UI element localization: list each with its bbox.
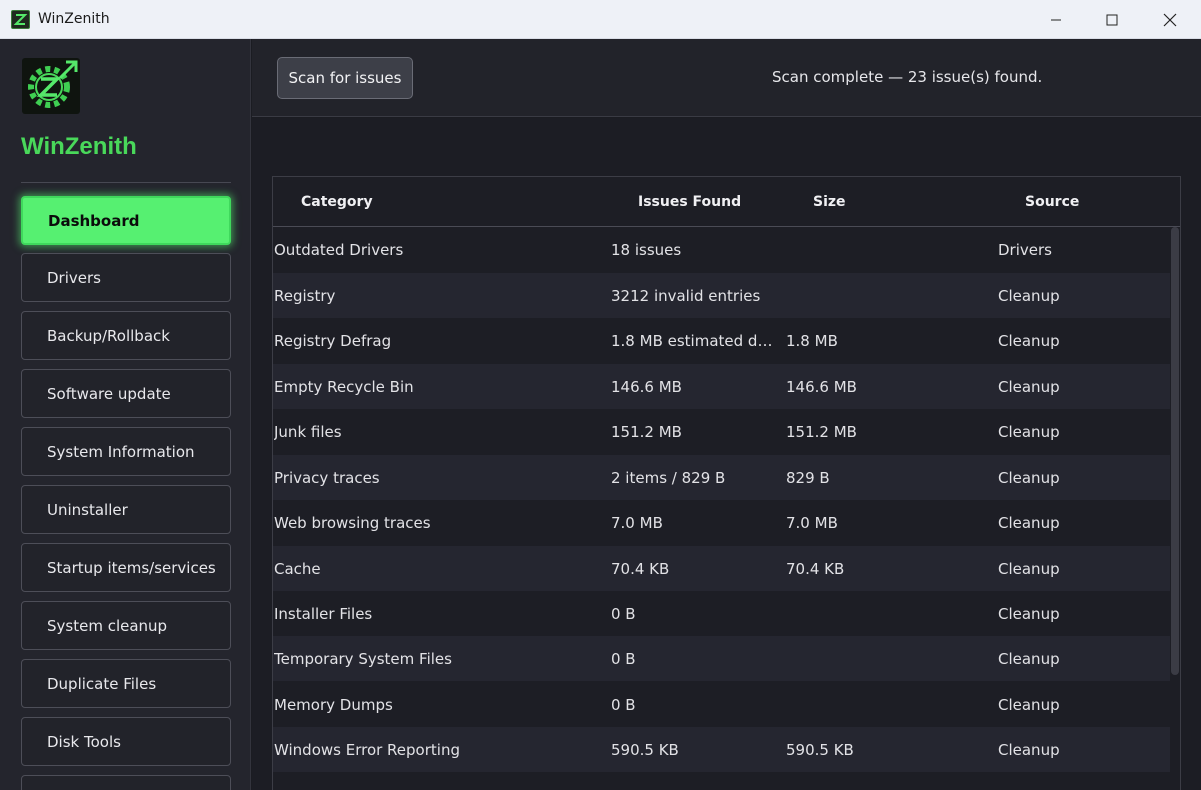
sidebar-item-drivers[interactable]: Drivers bbox=[21, 253, 231, 302]
sidebar-item-backup-rollback[interactable]: Backup/Rollback bbox=[21, 311, 231, 360]
cell-source: Cleanup bbox=[998, 741, 1060, 759]
table-row[interactable]: Web browsing traces 7.0 MB 7.0 MB Cleanu… bbox=[273, 500, 1170, 545]
cell-category: Junk files bbox=[274, 423, 342, 441]
close-button[interactable] bbox=[1141, 0, 1199, 39]
cell-category: Privacy traces bbox=[274, 469, 380, 487]
table-scrollbar[interactable] bbox=[1171, 227, 1179, 675]
table-row[interactable]: Windows Error Reporting 590.5 KB 590.5 K… bbox=[273, 727, 1170, 772]
cell-issues: 1.8 MB estimated defr... bbox=[611, 332, 781, 350]
column-header-source[interactable]: Source bbox=[1025, 194, 1079, 210]
cell-issues: 70.4 KB bbox=[611, 560, 670, 578]
column-header-size[interactable]: Size bbox=[813, 194, 846, 210]
cell-category: Registry Defrag bbox=[274, 332, 392, 350]
table-row[interactable]: Junk files 151.2 MB 151.2 MB Cleanup bbox=[273, 409, 1170, 454]
cell-source: Cleanup bbox=[998, 423, 1060, 441]
maximize-icon bbox=[1106, 14, 1118, 25]
cell-issues: 151.2 MB bbox=[611, 423, 682, 441]
sidebar-divider bbox=[21, 182, 231, 183]
winzenith-logo-icon bbox=[11, 10, 30, 29]
cell-category: Cache bbox=[274, 560, 321, 578]
table-row[interactable]: Empty Recycle Bin 146.6 MB 146.6 MB Clea… bbox=[273, 364, 1170, 409]
sidebar-item-dashboard[interactable]: Dashboard bbox=[21, 196, 231, 245]
window-title: WinZenith bbox=[38, 11, 110, 27]
table-row[interactable]: Outdated Drivers 18 issues Drivers bbox=[273, 227, 1170, 272]
cell-category: Registry bbox=[274, 287, 336, 305]
cell-category: Memory Dumps bbox=[274, 696, 393, 714]
cell-category: Web browsing traces bbox=[274, 514, 431, 532]
cell-size: 146.6 MB bbox=[786, 378, 857, 396]
table-header: Category Issues Found Size Source bbox=[273, 177, 1180, 227]
cell-category: Installer Files bbox=[274, 605, 373, 623]
cell-issues: 0 B bbox=[611, 605, 636, 623]
cell-category: Empty Recycle Bin bbox=[274, 378, 414, 396]
cell-source: Cleanup bbox=[998, 605, 1060, 623]
cell-source: Cleanup bbox=[998, 332, 1060, 350]
sidebar-item-software-update[interactable]: Software update bbox=[21, 369, 231, 418]
cell-source: Cleanup bbox=[998, 696, 1060, 714]
cell-issues: 2 items / 829 B bbox=[611, 469, 726, 487]
column-header-issues-found[interactable]: Issues Found bbox=[638, 194, 741, 210]
brand-name: WinZenith bbox=[21, 133, 137, 160]
cell-issues: 18 issues bbox=[611, 241, 682, 259]
cell-category: Windows Error Reporting bbox=[274, 741, 460, 759]
sidebar-item-duplicate-files[interactable]: Duplicate Files bbox=[21, 659, 231, 708]
sidebar-item-disk-tools[interactable]: Disk Tools bbox=[21, 717, 231, 766]
cell-size: 70.4 KB bbox=[786, 560, 845, 578]
sidebar-item-more[interactable] bbox=[21, 775, 231, 790]
cell-source: Cleanup bbox=[998, 287, 1060, 305]
cell-source: Cleanup bbox=[998, 560, 1060, 578]
scan-button[interactable]: Scan for issues bbox=[277, 57, 413, 99]
cell-source: Drivers bbox=[998, 241, 1052, 259]
table-row[interactable]: Registry 3212 invalid entries Cleanup bbox=[273, 273, 1170, 318]
issues-table: Category Issues Found Size Source Outdat… bbox=[272, 176, 1181, 790]
cell-issues: 590.5 KB bbox=[611, 741, 679, 759]
toolbar: Scan for issues Scan complete — 23 issue… bbox=[252, 39, 1201, 117]
winzenith-gear-logo-icon bbox=[22, 58, 80, 114]
close-icon bbox=[1163, 13, 1177, 26]
cell-source: Cleanup bbox=[998, 469, 1060, 487]
cell-issues: 3212 invalid entries bbox=[611, 287, 761, 305]
cell-size: 7.0 MB bbox=[786, 514, 838, 532]
cell-source: Cleanup bbox=[998, 378, 1060, 396]
sidebar: WinZenith Dashboard Drivers Backup/Rollb… bbox=[0, 39, 251, 790]
sidebar-item-uninstaller[interactable]: Uninstaller bbox=[21, 485, 231, 534]
maximize-button[interactable] bbox=[1083, 0, 1141, 39]
table-row[interactable]: Temporary System Files 0 B Cleanup bbox=[273, 636, 1170, 681]
column-header-category[interactable]: Category bbox=[301, 194, 373, 210]
minimize-button[interactable] bbox=[1027, 0, 1085, 39]
cell-source: Cleanup bbox=[998, 650, 1060, 668]
cell-size: 151.2 MB bbox=[786, 423, 857, 441]
sidebar-item-system-cleanup[interactable]: System cleanup bbox=[21, 601, 231, 650]
table-row[interactable]: Registry Defrag 1.8 MB estimated defr...… bbox=[273, 318, 1170, 363]
cell-issues: 0 B bbox=[611, 650, 636, 668]
cell-category: Outdated Drivers bbox=[274, 241, 404, 259]
sidebar-item-startup-items[interactable]: Startup items/services bbox=[21, 543, 231, 592]
cell-category: Temporary System Files bbox=[274, 650, 452, 668]
table-row[interactable]: Cache 70.4 KB 70.4 KB Cleanup bbox=[273, 546, 1170, 591]
cell-issues: 146.6 MB bbox=[611, 378, 682, 396]
cell-issues: 0 B bbox=[611, 696, 636, 714]
cell-issues: 7.0 MB bbox=[611, 514, 663, 532]
cell-size: 590.5 KB bbox=[786, 741, 854, 759]
cell-source: Cleanup bbox=[998, 514, 1060, 532]
table-row[interactable]: Installer Files 0 B Cleanup bbox=[273, 591, 1170, 636]
window-titlebar: WinZenith bbox=[0, 0, 1201, 39]
cell-size: 829 B bbox=[786, 469, 830, 487]
minimize-icon bbox=[1051, 19, 1061, 20]
main-content: Category Issues Found Size Source Outdat… bbox=[252, 118, 1201, 790]
table-row[interactable]: Privacy traces 2 items / 829 B 829 B Cle… bbox=[273, 455, 1170, 500]
table-row[interactable]: Memory Dumps 0 B Cleanup bbox=[273, 682, 1170, 727]
scan-status-text: Scan complete — 23 issue(s) found. bbox=[772, 68, 1043, 86]
sidebar-item-system-information[interactable]: System Information bbox=[21, 427, 231, 476]
cell-size: 1.8 MB bbox=[786, 332, 838, 350]
